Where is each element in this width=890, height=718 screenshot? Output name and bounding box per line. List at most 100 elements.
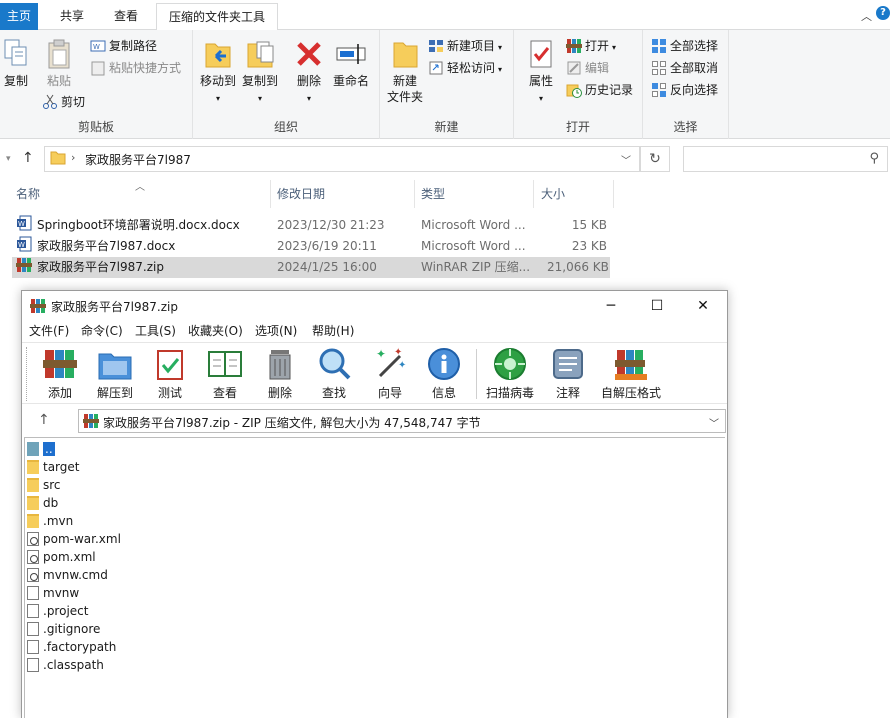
list-item[interactable]: .classpath bbox=[27, 656, 104, 674]
toolbar-info-button[interactable]: 信息 bbox=[424, 346, 464, 401]
tab-view[interactable]: 查看 bbox=[104, 3, 148, 30]
column-header-date[interactable]: 修改日期 bbox=[277, 180, 325, 208]
column-header-type[interactable]: 类型 bbox=[421, 180, 445, 208]
tab-share[interactable]: 共享 bbox=[50, 3, 94, 30]
delete-button[interactable]: 删除 ▾ bbox=[293, 38, 325, 107]
help-icon[interactable]: ? bbox=[876, 6, 890, 20]
group-open: 属性 ▾ 打开 ▾ 编辑 历史记录 打开 bbox=[514, 30, 643, 139]
list-item[interactable]: target bbox=[27, 458, 80, 476]
search-input[interactable]: ⚲ bbox=[683, 146, 888, 172]
properties-icon bbox=[525, 38, 557, 70]
file-date: 2023/12/30 21:23 bbox=[277, 218, 385, 232]
list-item[interactable]: pom.xml bbox=[27, 548, 96, 566]
toolbar-delete-button[interactable]: 删除 bbox=[260, 346, 300, 401]
menu-commands[interactable]: 命令(C) bbox=[81, 322, 123, 339]
history-icon bbox=[566, 82, 582, 98]
column-divider[interactable] bbox=[414, 180, 415, 208]
list-item[interactable]: .factorypath bbox=[27, 638, 116, 656]
list-item-parent[interactable]: .. bbox=[27, 440, 55, 458]
breadcrumb-path[interactable]: 家政服务平台7l987 bbox=[85, 151, 191, 168]
copy-to-button[interactable]: 复制到 ▾ bbox=[240, 38, 280, 107]
maximize-button[interactable]: ☐ bbox=[634, 291, 680, 321]
toolbar-grip[interactable] bbox=[26, 347, 29, 401]
address-bar[interactable]: › 家政服务平台7l987 ﹀ bbox=[44, 146, 640, 172]
invert-selection-button[interactable]: 反向选择 bbox=[651, 80, 718, 100]
toolbar-extract-button[interactable]: 解压到 bbox=[92, 346, 138, 401]
file-icon bbox=[27, 622, 39, 636]
close-button[interactable]: ✕ bbox=[680, 291, 726, 321]
list-item[interactable]: pom-war.xml bbox=[27, 530, 121, 548]
copy-path-button[interactable]: W 复制路径 bbox=[90, 36, 157, 56]
column-divider[interactable] bbox=[270, 180, 271, 208]
list-item[interactable]: db bbox=[27, 494, 58, 512]
invert-selection-label: 反向选择 bbox=[670, 83, 719, 97]
tab-home[interactable]: 主页 bbox=[0, 3, 38, 30]
open-label: 打开 bbox=[585, 39, 610, 53]
new-item-button[interactable]: 新建项目 ▾ bbox=[428, 36, 502, 56]
menu-favorites[interactable]: 收藏夹(O) bbox=[188, 322, 243, 339]
search-icon: ⚲ bbox=[869, 151, 879, 166]
move-to-button[interactable]: 移动到 ▾ bbox=[198, 38, 238, 107]
edit-button[interactable]: 编辑 bbox=[566, 58, 609, 78]
chevron-up-icon[interactable]: ︿ bbox=[861, 8, 872, 24]
select-all-button[interactable]: 全部选择 bbox=[651, 36, 718, 56]
list-item[interactable]: mvnw bbox=[27, 584, 79, 602]
history-button[interactable]: 历史记录 bbox=[566, 80, 633, 100]
recent-locations-icon[interactable]: ▾ bbox=[6, 154, 11, 164]
file-size: 15 KB bbox=[571, 218, 607, 232]
toolbar-wizard-button[interactable]: ✦ ✦ ✦ 向导 bbox=[370, 346, 410, 401]
svg-text:W: W bbox=[93, 43, 100, 51]
menu-options[interactable]: 选项(N) bbox=[255, 322, 297, 339]
paste-shortcut-label: 粘贴快捷方式 bbox=[109, 61, 182, 75]
toolbar-scan-virus-button[interactable]: 扫描病毒 bbox=[482, 346, 538, 401]
new-folder-button[interactable]: 新建 文件夹 bbox=[385, 38, 425, 105]
easy-access-icon bbox=[428, 60, 444, 76]
rename-button[interactable]: 重命名 bbox=[331, 38, 371, 89]
select-none-button[interactable]: 全部取消 bbox=[651, 58, 718, 78]
chevron-down-icon[interactable]: ﹀ bbox=[621, 152, 631, 167]
column-header-size[interactable]: 大小 bbox=[541, 180, 565, 208]
paste-shortcut-button[interactable]: 粘贴快捷方式 bbox=[90, 58, 181, 78]
column-header-name[interactable]: 名称 bbox=[16, 180, 40, 208]
column-divider[interactable] bbox=[613, 180, 614, 208]
add-archive-icon bbox=[42, 346, 78, 382]
trash-icon bbox=[262, 346, 298, 382]
invert-selection-icon bbox=[651, 82, 667, 98]
toolbar-add-button[interactable]: 添加 bbox=[40, 346, 80, 401]
file-row[interactable]: W Springboot环境部署说明.docx.docx 2023/12/30 … bbox=[12, 215, 610, 236]
file-type: Microsoft Word ... bbox=[421, 239, 526, 253]
file-row[interactable]: W 家政服务平台7l987.docx 2023/6/19 20:11 Micro… bbox=[12, 236, 610, 257]
toolbar-sfx-button[interactable]: 自解压格式 bbox=[598, 346, 664, 401]
edit-icon bbox=[566, 60, 582, 76]
winrar-title-bar[interactable]: 家政服务平台7l987.zip ─ ☐ ✕ bbox=[22, 291, 727, 321]
winrar-path-dropdown[interactable]: 家政服务平台7l987.zip - ZIP 压缩文件, 解包大小为 47,548… bbox=[78, 409, 726, 433]
properties-button[interactable]: 属性 ▾ bbox=[522, 38, 560, 107]
column-divider[interactable] bbox=[533, 180, 534, 208]
copy-button[interactable]: 复制 bbox=[2, 38, 30, 89]
toolbar-test-button[interactable]: 测试 bbox=[150, 346, 190, 401]
refresh-button[interactable]: ↻ bbox=[640, 146, 670, 172]
toolbar-view-button[interactable]: 查看 bbox=[202, 346, 248, 401]
up-arrow-icon[interactable]: ↑ bbox=[22, 150, 34, 166]
minimize-button[interactable]: ─ bbox=[588, 291, 634, 321]
up-arrow-icon[interactable]: ↑ bbox=[38, 412, 50, 428]
open-button[interactable]: 打开 ▾ bbox=[566, 36, 616, 56]
toolbar-find-button[interactable]: 查找 bbox=[314, 346, 354, 401]
list-item[interactable]: mvnw.cmd bbox=[27, 566, 108, 584]
menu-help[interactable]: 帮助(H) bbox=[312, 322, 354, 339]
list-item[interactable]: .mvn bbox=[27, 512, 73, 530]
menu-tools[interactable]: 工具(S) bbox=[135, 322, 176, 339]
file-row-selected[interactable]: 家政服务平台7l987.zip 2024/1/25 16:00 WinRAR Z… bbox=[12, 257, 610, 278]
list-item[interactable]: .project bbox=[27, 602, 88, 620]
list-item[interactable]: src bbox=[27, 476, 61, 494]
paste-button[interactable]: 粘贴 bbox=[42, 38, 76, 89]
cut-button[interactable]: 剪切 bbox=[42, 92, 85, 112]
easy-access-button[interactable]: 轻松访问 ▾ bbox=[428, 58, 502, 78]
list-item[interactable]: .gitignore bbox=[27, 620, 100, 638]
tab-compressed-folder-tools[interactable]: 压缩的文件夹工具 bbox=[156, 3, 278, 30]
chevron-down-icon[interactable]: ﹀ bbox=[709, 415, 719, 430]
toolbar-comment-button[interactable]: 注释 bbox=[548, 346, 588, 401]
group-clipboard-label: 剪贴板 bbox=[77, 120, 114, 134]
menu-file[interactable]: 文件(F) bbox=[29, 322, 69, 339]
properties-label: 属性 bbox=[528, 74, 553, 88]
